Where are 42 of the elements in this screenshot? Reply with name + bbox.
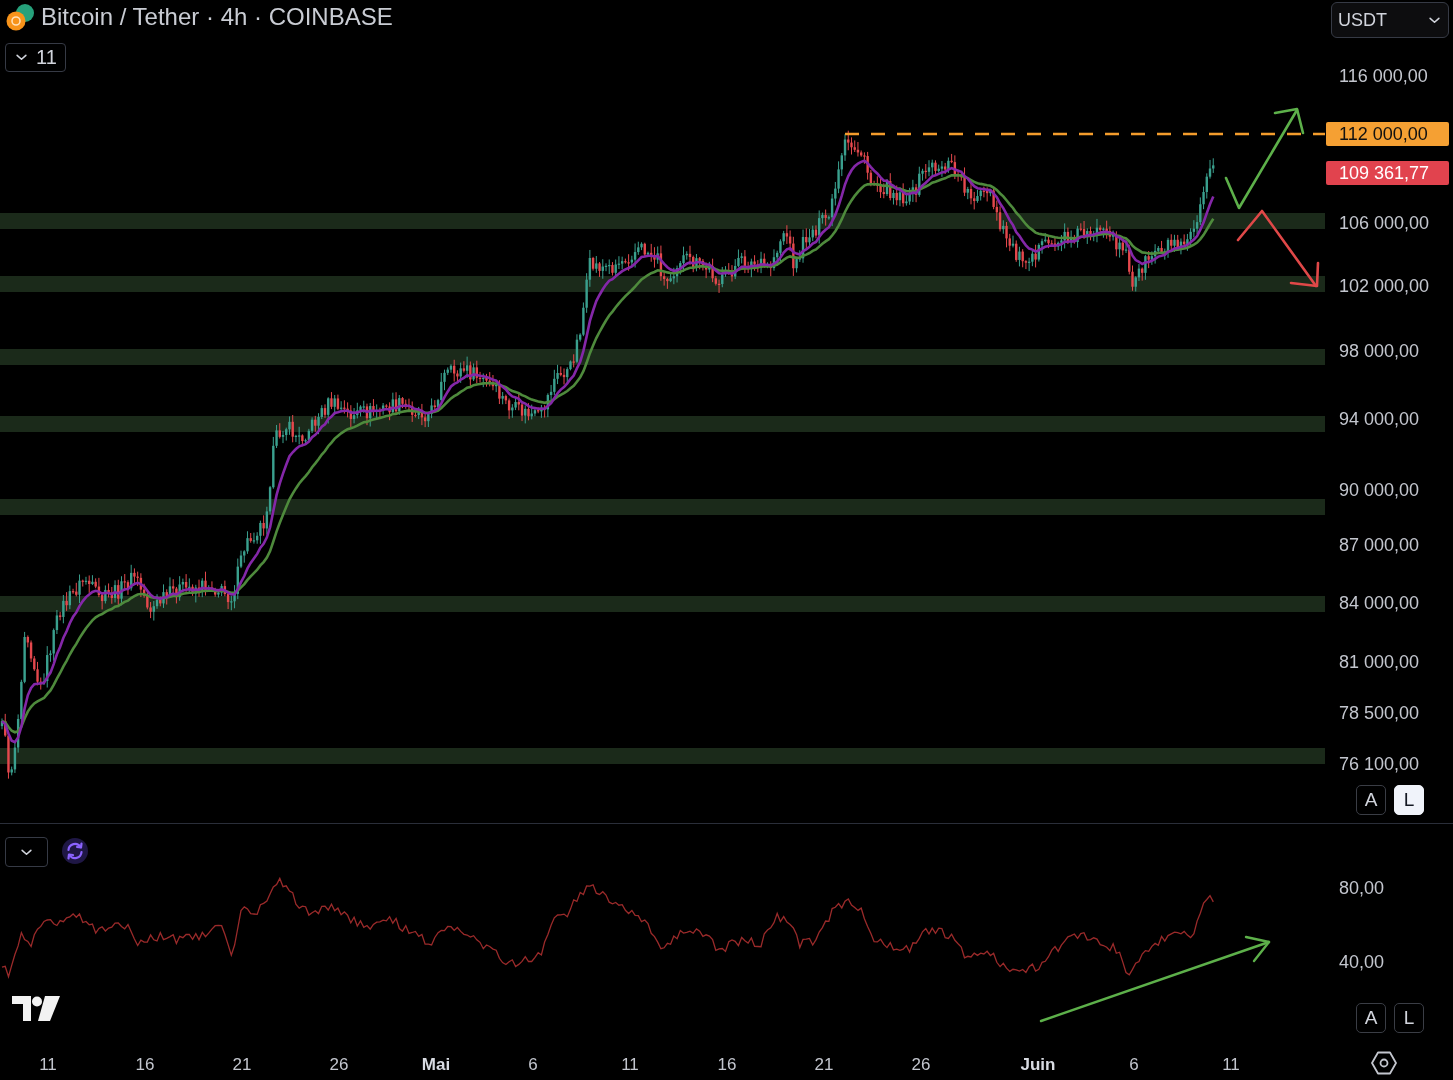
price-axis-label: 87 000,00: [1339, 535, 1420, 555]
refresh-icon[interactable]: [62, 838, 88, 864]
time-axis-label: 16: [135, 1055, 155, 1075]
time-axis-label: 6: [528, 1055, 538, 1075]
price-tag: 112 000,00: [1326, 122, 1449, 146]
price-axis-label: 78 500,00: [1339, 703, 1420, 723]
settings-icon[interactable]: [1371, 1049, 1397, 1076]
time-axis-label: 11: [39, 1055, 57, 1075]
scale-toggle[interactable]: A: [1356, 1003, 1386, 1033]
logo-icon: [12, 995, 60, 1022]
time-axis-label: 16: [717, 1055, 737, 1075]
price-axis-label: 102 000,00: [1339, 276, 1430, 296]
price-axis-label: 81 000,00: [1339, 652, 1420, 672]
price-axis-label: 76 100,00: [1339, 754, 1420, 774]
time-axis-label: Mai: [421, 1055, 451, 1075]
rsi-axis-label: 80,00: [1339, 878, 1385, 898]
price-axis-label: 98 000,00: [1339, 341, 1420, 361]
scale-toggle[interactable]: L: [1394, 785, 1424, 815]
coin-pair-icon: [5, 3, 35, 31]
time-axis-label: 21: [814, 1055, 834, 1075]
price-axis-label: 94 000,00: [1339, 409, 1420, 429]
rsi-axis-label: 40,00: [1339, 952, 1385, 972]
chevron-down-icon: [1429, 16, 1440, 24]
scale-toggle[interactable]: A: [1356, 785, 1386, 815]
chevron-down-icon: [21, 848, 32, 856]
chevron-down-icon: [16, 54, 27, 61]
price-tag: 109 361,77: [1326, 161, 1449, 185]
scale-toggle[interactable]: L: [1394, 1003, 1424, 1033]
price-axis-label: 84 000,00: [1339, 593, 1420, 613]
time-axis-label: 21: [232, 1055, 252, 1075]
time-axis-label: Juin: [1020, 1055, 1056, 1075]
chart-title: Bitcoin / Tether · 4h · COINBASE: [41, 3, 393, 31]
time-axis-label: 26: [329, 1055, 349, 1075]
indicators-toggle-button[interactable]: 11: [5, 43, 66, 72]
time-axis-label: 26: [911, 1055, 931, 1075]
price-axis-label: 106 000,00: [1339, 213, 1430, 233]
time-axis-label: 6: [1129, 1055, 1139, 1075]
price-axis-label: 116 000,00: [1339, 66, 1428, 86]
time-axis-label: 11: [621, 1055, 639, 1075]
currency-dropdown[interactable]: USDT: [1331, 2, 1449, 38]
time-axis-label: 11: [1222, 1055, 1240, 1075]
price-axis-label: 90 000,00: [1339, 480, 1420, 500]
